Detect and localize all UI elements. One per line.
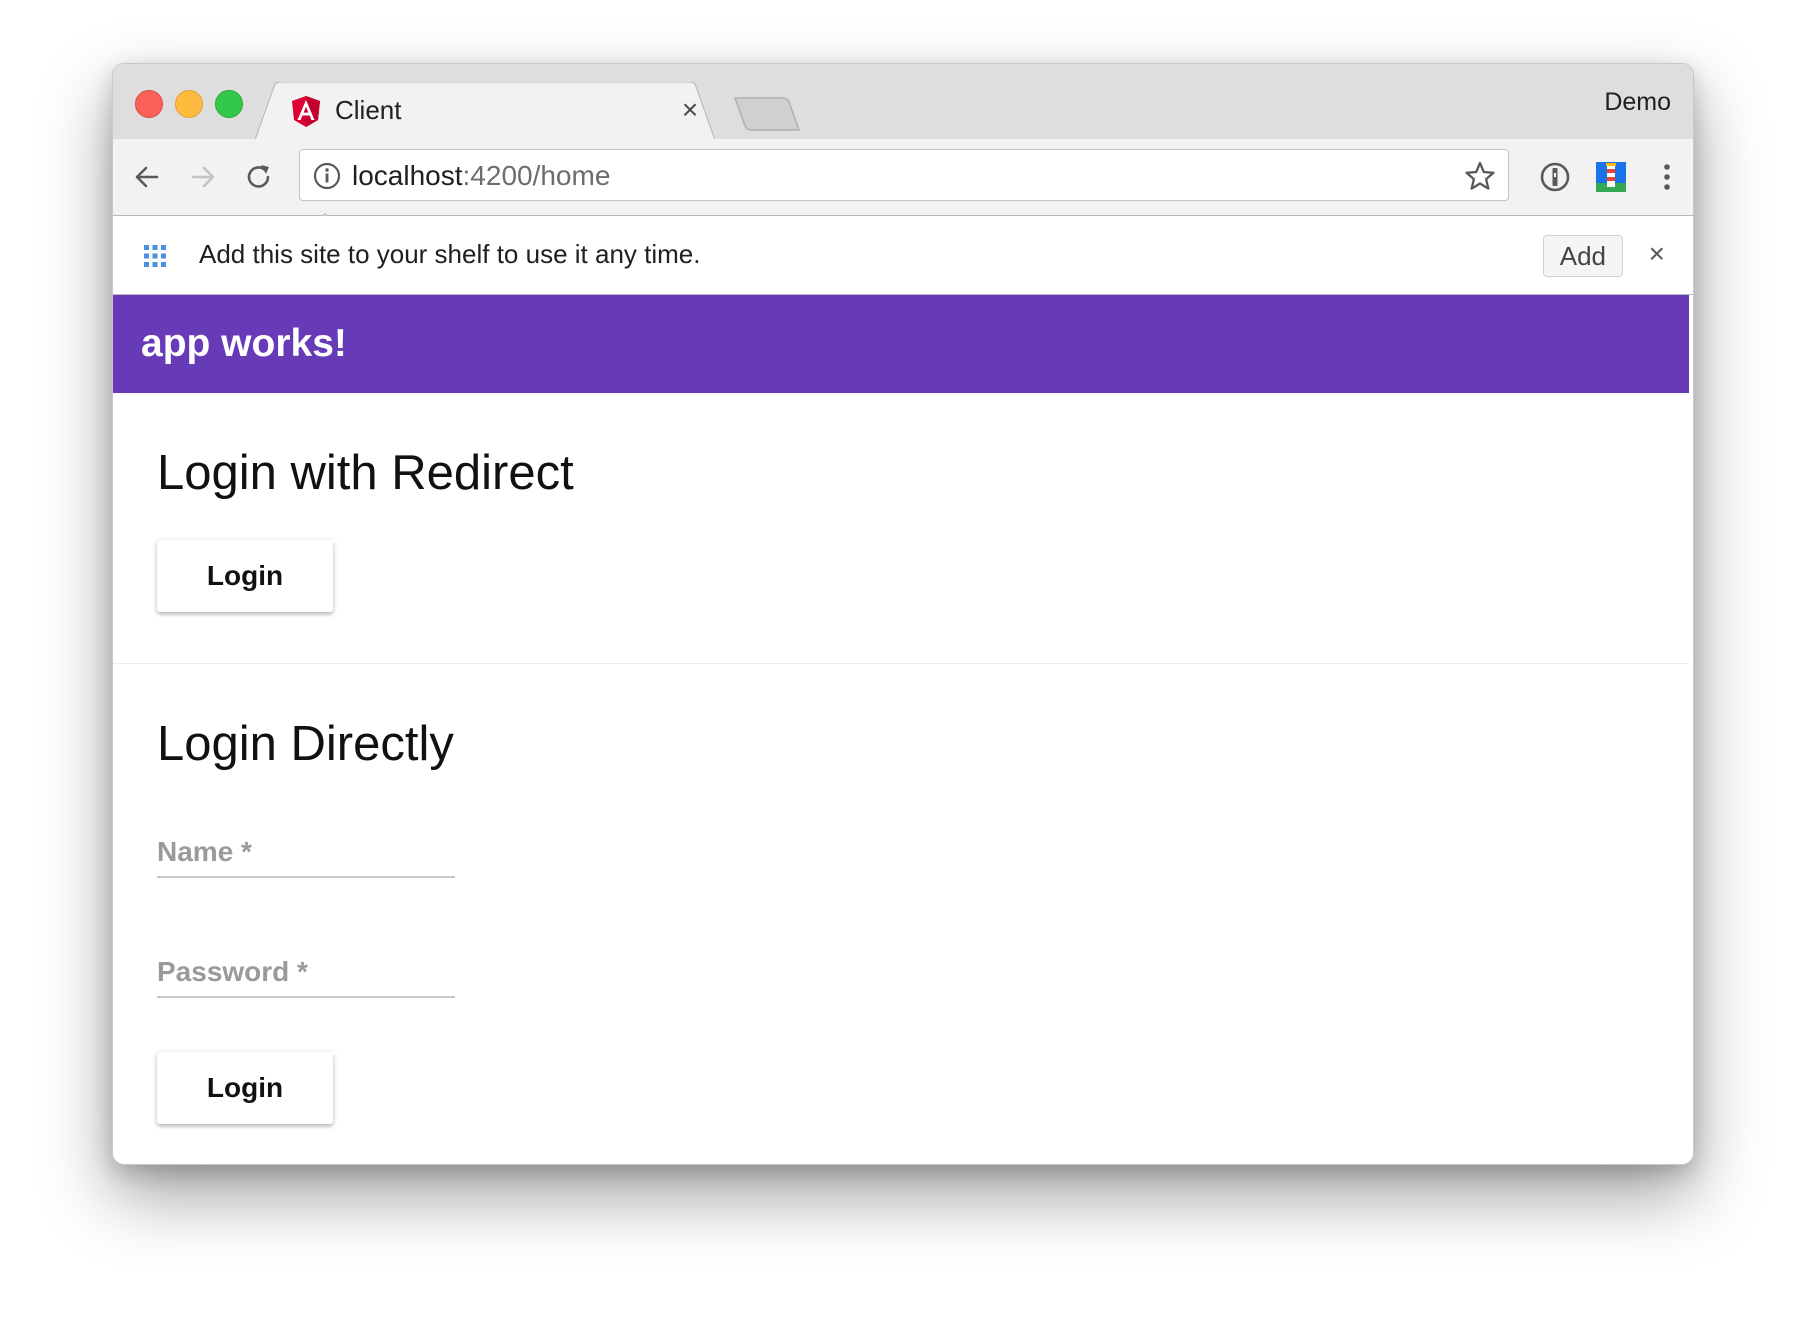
window-maximize-button[interactable] [215,90,243,118]
login-redirect-section: Login with Redirect Login [113,393,1689,664]
tab-strip: Client × Demo [113,64,1693,140]
app-toolbar: app works! [113,295,1689,393]
browser-window: Client × Demo localhost:4200/home Add th… [112,63,1694,1165]
name-field[interactable]: Name * [157,816,459,878]
forward-icon[interactable] [185,159,221,195]
password-input[interactable] [157,936,459,994]
window-minimize-button[interactable] [175,90,203,118]
browser-tab[interactable]: Client × [255,82,715,140]
app-title: app works! [141,322,347,365]
login-direct-section: Login Directly Name * Password * Login [113,664,1689,1164]
url-path: :4200/home [462,160,611,191]
reload-icon[interactable] [241,159,277,195]
back-icon[interactable] [129,159,165,195]
redirect-heading: Login with Redirect [157,446,574,500]
tab-close-icon[interactable]: × [675,95,705,125]
tab-title: Client [335,95,402,125]
infobar-close-icon[interactable]: × [1649,236,1665,272]
password-field[interactable]: Password * [157,936,459,998]
page-content: app works! Login with Redirect Login Log… [113,295,1693,1164]
add-to-shelf-infobar: Add this site to your shelf to use it an… [113,216,1693,295]
direct-heading: Login Directly [157,717,454,771]
direct-login-button[interactable]: Login [157,1052,333,1124]
url-host: localhost [352,160,463,191]
info-icon[interactable] [312,161,342,191]
more-menu-icon[interactable] [1649,159,1685,195]
apps-grid-icon [144,245,166,267]
window-close-button[interactable] [135,90,163,118]
address-bar[interactable]: localhost:4200/home [299,149,1509,201]
bookmark-star-icon[interactable] [1464,160,1496,192]
url-text[interactable]: localhost:4200/home [352,160,610,192]
profile-name[interactable]: Demo [1604,88,1671,117]
angular-icon [292,96,320,127]
infobar-add-button[interactable]: Add [1542,235,1623,277]
new-tab-button[interactable] [733,96,803,132]
name-input[interactable] [157,816,459,874]
lighthouse-extension-icon[interactable] [1593,159,1629,195]
browser-toolbar: localhost:4200/home [113,139,1693,216]
password-manager-icon[interactable] [1537,159,1573,195]
redirect-login-button[interactable]: Login [157,540,333,612]
infobar-message: Add this site to your shelf to use it an… [199,239,701,269]
